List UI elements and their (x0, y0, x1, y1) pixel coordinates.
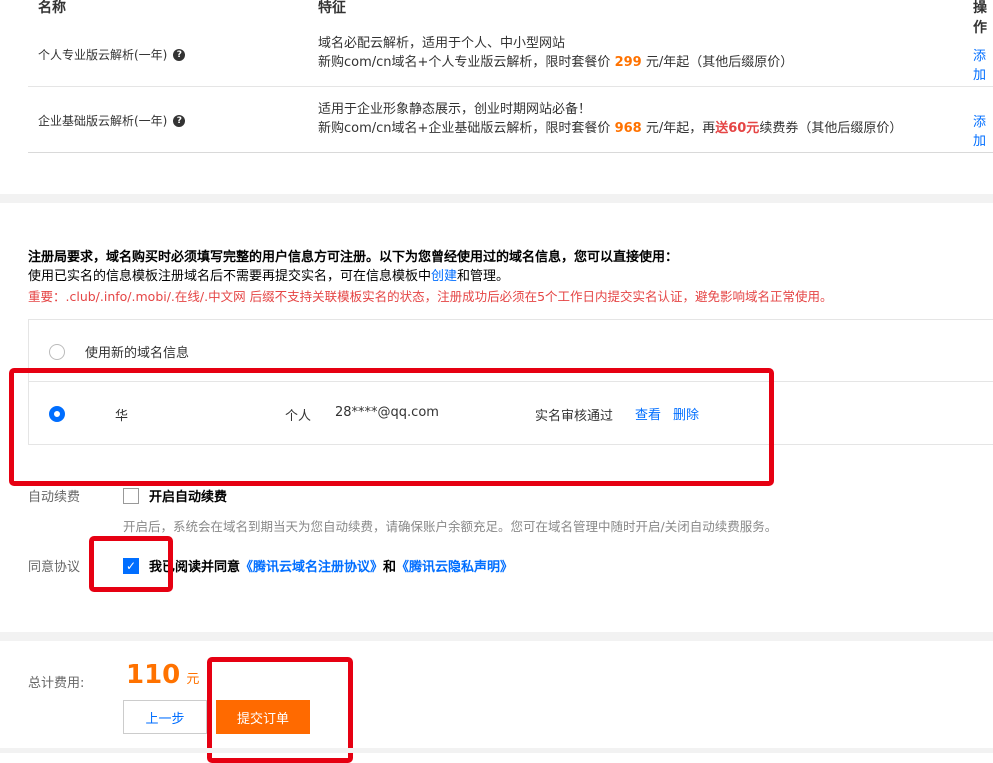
add-button[interactable]: 添加 (973, 111, 993, 149)
header-feature: 特征 (318, 0, 346, 16)
feature-text: 新购com/cn域名+个人专业版云解析，限时套餐价 (318, 55, 615, 70)
info-option-new[interactable]: 使用新的域名信息 (49, 342, 189, 361)
feature-price-line: 新购com/cn域名+企业基础版云解析，限时套餐价 968 元/年起，再送60元… (318, 119, 902, 138)
registration-agreement-link[interactable]: 《腾讯云域名注册协议》 (240, 560, 383, 575)
prev-step-button[interactable]: 上一步 (123, 700, 207, 734)
auto-renew-label: 自动续费 (28, 490, 81, 505)
header-name: 名称 (38, 0, 66, 16)
table-row-1-feature: 域名必配云解析，适用于个人、中小型网站 新购com/cn域名+个人专业版云解析，… (318, 34, 793, 72)
notice-text: 和管理。 (457, 269, 510, 284)
feature-text: 元/年起（其他后缀原价） (641, 55, 794, 70)
total-label: 总计费用: (28, 676, 85, 691)
auto-renew-option[interactable]: 开启自动续费 (123, 486, 227, 505)
auto-renew-checkbox[interactable] (123, 487, 139, 504)
feature-price-line: 新购com/cn域名+个人专业版云解析，限时套餐价 299 元/年起（其他后缀原… (318, 53, 793, 72)
section-divider (0, 194, 993, 203)
agreement-label: 同意协议 (28, 560, 81, 575)
add-button[interactable]: 添加 (973, 45, 993, 83)
notice-title: 注册局要求，域名购买时必须填写完整的用户信息方可注册。以下为您曾经使用过的域名信… (28, 250, 679, 265)
auto-renew-checkbox-label: 开启自动续费 (149, 490, 228, 505)
notice-text: 使用已实名的信息模板注册域名后不需要再提交实名，可在信息模板中 (28, 269, 432, 284)
row-divider (28, 86, 993, 87)
table-row-2-name: 企业基础版云解析(一年) ? (38, 112, 186, 129)
annotation-frame (9, 368, 774, 486)
feature-text: 元/年起，再 (641, 121, 716, 136)
feature-line: 域名必配云解析，适用于个人、中小型网站 (318, 36, 566, 51)
help-icon[interactable]: ? (173, 114, 186, 127)
agreement-option[interactable]: ✓ 我已阅读并同意《腾讯云域名注册协议》和《腾讯云隐私声明》 (123, 556, 513, 575)
feature-line: 适用于企业形象静态展示，创业时期网站必备！ (318, 102, 592, 117)
feature-text: 续费券（其他后缀原价） (759, 121, 903, 136)
notice-template-line: 使用已实名的信息模板注册域名后不需要再提交实名，可在信息模板中创建和管理。 (28, 265, 509, 284)
header-action: 操作 (973, 0, 987, 36)
option-label: 使用新的域名信息 (85, 346, 190, 361)
auto-renew-hint: 开启后，系统会在域名到期当天为您自动续费，请确保账户余额充足。您可在域名管理中随… (123, 519, 778, 534)
total-value: 110 (126, 660, 181, 690)
section-divider (0, 632, 993, 641)
table-row-1-name: 个人专业版云解析(一年) ? (38, 46, 186, 63)
radio-new-info[interactable] (49, 343, 65, 360)
coupon-text: 送60元 (715, 121, 760, 136)
privacy-statement-link[interactable]: 《腾讯云隐私声明》 (396, 560, 513, 575)
price-value: 299 (614, 55, 642, 70)
product-name: 个人专业版云解析(一年) (38, 48, 168, 62)
help-icon[interactable]: ? (173, 48, 186, 61)
annotation-frame (89, 536, 173, 592)
important-notice: 重要：.club/.info/.mobi/.在线/.中文网 后缀不支持关联模板实… (28, 289, 833, 304)
create-template-link[interactable]: 创建 (431, 269, 457, 284)
agreement-and: 和 (383, 560, 397, 575)
price-value: 968 (614, 121, 642, 136)
total-amount: 110 元 (126, 660, 199, 690)
agreement-text: 我已阅读并同意《腾讯云域名注册协议》和《腾讯云隐私声明》 (149, 556, 513, 575)
bottom-band (0, 748, 993, 753)
total-unit: 元 (186, 672, 200, 687)
table-row-2-feature: 适用于企业形象静态展示，创业时期网站必备！ 新购com/cn域名+企业基础版云解… (318, 100, 902, 138)
product-name: 企业基础版云解析(一年) (38, 114, 168, 128)
feature-text: 新购com/cn域名+企业基础版云解析，限时套餐价 (318, 121, 615, 136)
row-divider (28, 152, 993, 153)
